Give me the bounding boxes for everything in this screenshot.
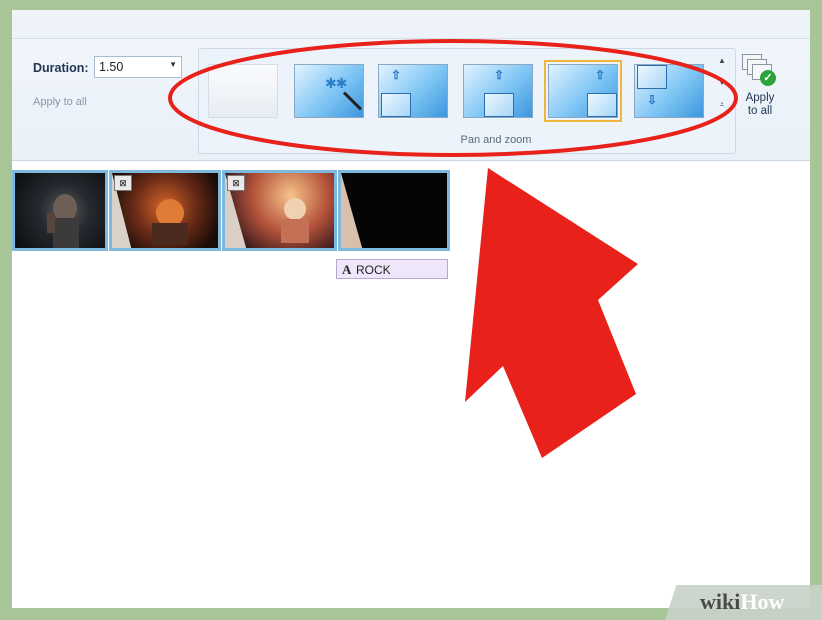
caption-text: ROCK <box>356 263 391 277</box>
preset-automatic[interactable]: ✱✱ <box>294 64 364 118</box>
clip-4[interactable] <box>338 170 450 251</box>
frame-icon <box>484 93 514 117</box>
apply-to-all-link[interactable]: Apply to all <box>33 96 87 108</box>
clip-thumbnail <box>341 173 363 248</box>
apply-to-all-icon[interactable]: ✓ <box>742 54 778 88</box>
scroll-down-button[interactable]: ▼ <box>716 78 728 87</box>
clip-3[interactable]: ⊠ <box>222 170 337 251</box>
apply-to-all-line2: to all <box>747 105 773 117</box>
clip-thumbnail <box>47 194 79 248</box>
duration-label: Duration: <box>33 61 89 75</box>
ribbon-tab-strip <box>12 10 810 39</box>
frame-icon <box>381 93 411 117</box>
clip-1[interactable] <box>12 170 108 251</box>
ribbon: Duration: 1.50 ▼ Apply to all ✱✱ ⇧ ⇧ ⇧ ⇩… <box>12 10 810 161</box>
gallery-scroll: ▲ ▼ ⩡ <box>716 54 728 118</box>
text-caption-icon: A <box>342 262 352 277</box>
frame-icon <box>637 65 667 89</box>
arrow-up-icon: ⇧ <box>494 68 505 82</box>
chevron-down-icon: ▼ <box>169 60 177 69</box>
transition-icon: ⊠ <box>114 175 132 191</box>
preset-pan-up-left[interactable]: ⇧ <box>378 64 448 118</box>
transition-icon: ⊠ <box>227 175 245 191</box>
arrow-up-icon: ⇧ <box>595 68 606 82</box>
wikihow-logo: wikiHow <box>700 589 785 614</box>
caption-block[interactable]: A ROCK <box>336 259 448 279</box>
duration-dropdown[interactable]: 1.50 ▼ <box>94 56 182 78</box>
preset-pan-down-right[interactable]: ⇩ <box>634 64 704 118</box>
arrow-up-icon: ⇧ <box>391 68 402 82</box>
clip-2[interactable]: ⊠ <box>109 170 221 251</box>
frame-icon <box>587 93 617 117</box>
magic-wand-icon <box>342 91 363 111</box>
apply-to-all-line1: Apply <box>745 92 775 104</box>
group-label: Pan and zoom <box>460 134 532 146</box>
app-window: Duration: 1.50 ▼ Apply to all ✱✱ ⇧ ⇧ ⇧ ⇩… <box>12 10 810 608</box>
checkmark-icon: ✓ <box>760 70 776 86</box>
gallery-more-button[interactable]: ⩡ <box>716 100 728 110</box>
apply-to-all-button[interactable]: Apply to all <box>738 92 782 118</box>
scroll-up-button[interactable]: ▲ <box>716 56 728 65</box>
duration-value: 1.50 <box>99 60 124 74</box>
sparkle-icon: ✱✱ <box>325 75 347 91</box>
preset-pan-up-center[interactable]: ⇧ <box>463 64 533 118</box>
preset-none[interactable] <box>208 64 278 118</box>
arrow-down-icon: ⇩ <box>647 93 658 107</box>
preset-pan-up-right[interactable]: ⇧ <box>544 60 622 122</box>
